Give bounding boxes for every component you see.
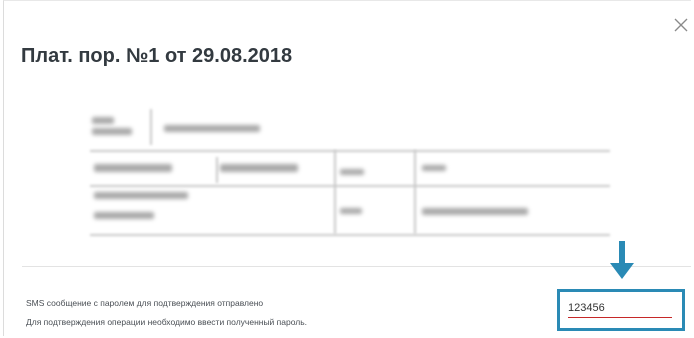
blurred-divider <box>334 150 336 234</box>
sms-code-input[interactable] <box>568 299 672 318</box>
blurred-text <box>220 164 298 172</box>
sms-sent-message: SMS сообщение с паролем для подтверждени… <box>26 298 264 308</box>
enter-password-instruction: Для подтверждения операции необходимо вв… <box>26 317 308 327</box>
section-divider <box>22 266 691 267</box>
blurred-divider <box>90 234 610 236</box>
blurred-divider <box>414 150 416 234</box>
close-icon[interactable] <box>673 17 689 33</box>
blurred-text <box>164 125 260 132</box>
blurred-text <box>92 117 114 124</box>
blurred-text <box>92 128 132 135</box>
blurred-divider <box>90 185 610 187</box>
blurred-divider <box>150 109 152 145</box>
blurred-divider <box>216 157 218 183</box>
blurred-text <box>94 164 172 172</box>
sms-code-highlight <box>557 289 685 331</box>
blurred-text <box>422 165 446 171</box>
blurred-divider <box>90 150 610 152</box>
blurred-document-preview <box>4 101 691 251</box>
arrow-down-icon <box>609 241 635 281</box>
dialog-title: Плат. пор. №1 от 29.08.2018 <box>21 45 293 67</box>
payment-order-dialog: Плат. пор. №1 от 29.08.2018 SMS сообщени… <box>3 0 691 336</box>
blurred-text <box>340 208 362 214</box>
blurred-text <box>422 208 528 215</box>
blurred-text <box>94 192 188 199</box>
blurred-text <box>94 212 154 219</box>
blurred-text <box>340 169 364 175</box>
